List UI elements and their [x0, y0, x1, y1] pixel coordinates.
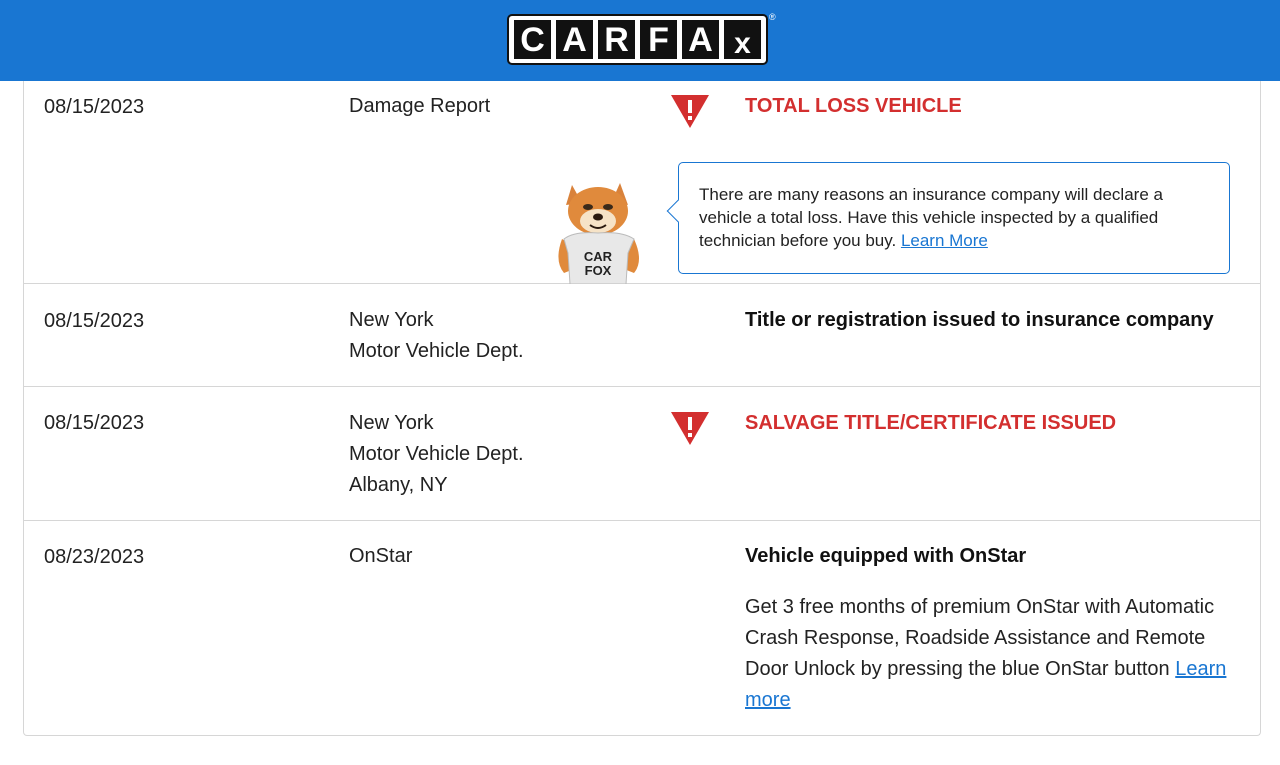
- carfax-logo[interactable]: C A R F A x: [507, 14, 768, 65]
- warning-triangle-icon: [671, 412, 709, 445]
- row-date: 08/15/2023: [44, 412, 145, 434]
- learn-more-link[interactable]: Learn More: [901, 231, 988, 250]
- row-title: TOTAL LOSS VEHICLE: [745, 95, 962, 117]
- source-line: Motor Vehicle Dept.: [349, 443, 524, 465]
- row-date: 08/15/2023: [44, 96, 145, 118]
- carfox-mascot-icon: CAR FOX: [558, 183, 639, 284]
- mascot-shirt-text: CAR: [584, 249, 613, 264]
- logo-letter: F: [640, 20, 677, 59]
- source-line: New York: [349, 412, 434, 434]
- mascot-shirt-text: FOX: [585, 263, 612, 278]
- description-text: Get 3 free months of premium OnStar with…: [745, 596, 1215, 680]
- row-date: 08/23/2023: [44, 546, 145, 568]
- history-row: 08/23/2023 OnStar Vehicle equipped with …: [24, 521, 1260, 735]
- history-row: 08/15/2023 New York Motor Vehicle Dept. …: [24, 387, 1260, 521]
- history-table: 08/15/2023 Damage Report TOTAL LOSS VEHI…: [23, 81, 1261, 736]
- source-line: Albany, NY: [349, 474, 448, 496]
- row-date: 08/15/2023: [44, 310, 145, 332]
- total-loss-tooltip: There are many reasons an insurance comp…: [678, 162, 1230, 274]
- row-comment: Vehicle equipped with OnStar Get 3 free …: [745, 541, 1245, 716]
- logo-letter: R: [598, 20, 635, 59]
- registered-mark: ®: [769, 12, 776, 22]
- row-title: Vehicle equipped with OnStar: [745, 545, 1027, 567]
- logo-letter: C: [514, 20, 551, 59]
- source-line: New York: [349, 309, 434, 331]
- row-source: New York Motor Vehicle Dept.: [349, 305, 524, 367]
- source-line: Damage Report: [349, 95, 491, 117]
- source-line: OnStar: [349, 545, 413, 567]
- row-source: New York Motor Vehicle Dept. Albany, NY: [349, 408, 524, 501]
- logo-letter: A: [682, 20, 719, 59]
- row-source: Damage Report: [349, 91, 490, 122]
- row-title: SALVAGE TITLE/CERTIFICATE ISSUED: [745, 412, 1117, 434]
- onstar-description: Get 3 free months of premium OnStar with…: [745, 592, 1245, 716]
- site-header: C A R F A x ®: [0, 0, 1280, 81]
- logo-letter: x: [724, 20, 761, 59]
- logo-letter: A: [556, 20, 593, 59]
- source-line: Motor Vehicle Dept.: [349, 340, 524, 362]
- row-title: Title or registration issued to insuranc…: [745, 309, 1214, 331]
- history-row: 08/15/2023 Damage Report TOTAL LOSS VEHI…: [24, 81, 1260, 284]
- warning-triangle-icon: [671, 95, 709, 128]
- row-source: OnStar: [349, 541, 412, 572]
- history-row: 08/15/2023 New York Motor Vehicle Dept. …: [24, 284, 1260, 387]
